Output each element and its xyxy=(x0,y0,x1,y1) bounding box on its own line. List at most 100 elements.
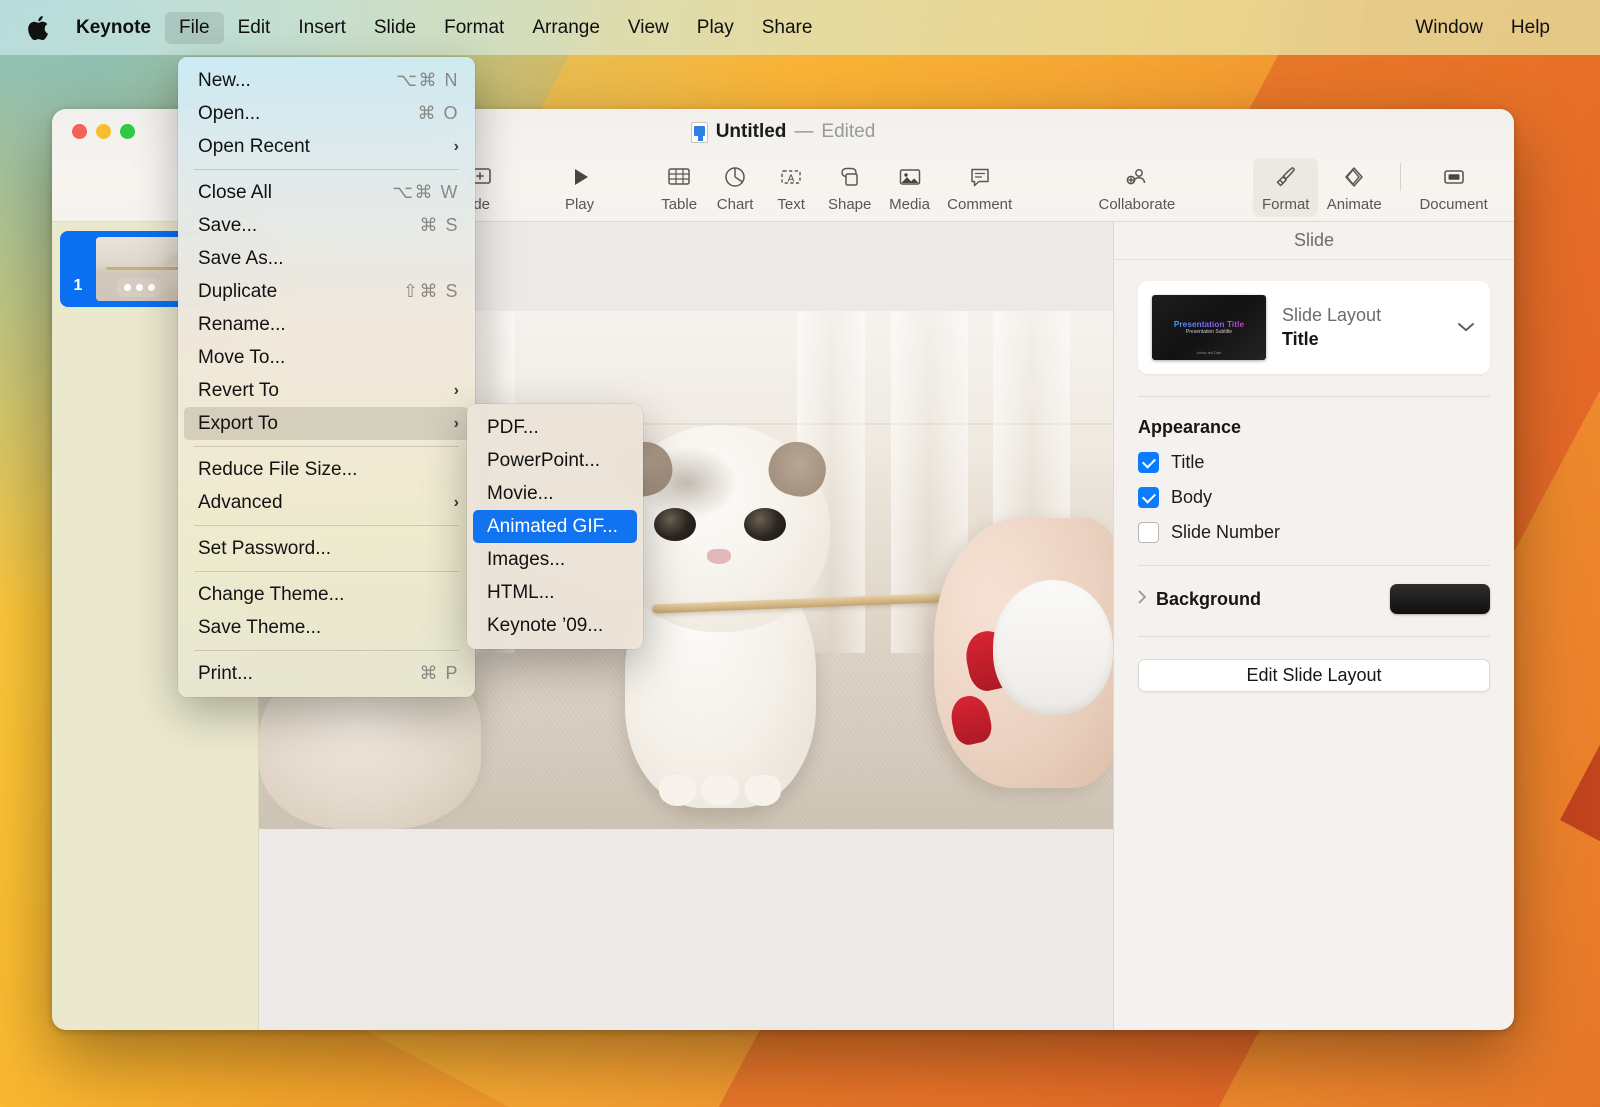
toolbar-shape-button[interactable]: Shape xyxy=(819,158,880,217)
chevron-right-icon[interactable] xyxy=(1138,590,1156,608)
document-name[interactable]: Untitled xyxy=(716,121,787,143)
toolbar-label: Animate xyxy=(1326,196,1382,213)
menu-item-change-theme[interactable]: Change Theme... xyxy=(184,578,469,611)
checkbox-label: Title xyxy=(1171,452,1205,472)
submenu-arrow-icon: › xyxy=(453,414,459,432)
menu-item-advanced[interactable]: Advanced › xyxy=(184,486,469,519)
menu-item-save-theme[interactable]: Save Theme... xyxy=(184,611,469,644)
submenu-item-powerpoint[interactable]: PowerPoint... xyxy=(473,444,637,477)
toolbar-label: Format xyxy=(1261,196,1310,213)
checkbox-unchecked-icon[interactable] xyxy=(1138,522,1159,543)
menu-item-shortcut: ⌘ S xyxy=(419,215,459,235)
macos-menu-bar: Keynote File Edit Insert Slide Format Ar… xyxy=(0,0,1600,55)
menu-item-label: Close All xyxy=(198,181,272,203)
appearance-checkbox-title[interactable]: Title xyxy=(1138,452,1490,473)
appearance-checkbox-slide-number[interactable]: Slide Number xyxy=(1138,522,1490,543)
toolbar-table-button[interactable]: Table xyxy=(651,158,707,217)
slide-layout-card[interactable]: Presentation Title Presentation Subtitle… xyxy=(1138,281,1490,374)
toolbar-label: Comment xyxy=(947,196,1013,213)
toolbar-label: Media xyxy=(889,196,930,213)
submenu-item-pdf[interactable]: PDF... xyxy=(473,411,637,444)
panel-divider xyxy=(1138,565,1490,566)
menu-item-shortcut: ⌘ P xyxy=(419,663,459,683)
menu-play[interactable]: Play xyxy=(683,12,748,44)
submenu-item-images[interactable]: Images... xyxy=(473,543,637,576)
background-row[interactable]: Background xyxy=(1138,584,1490,614)
submenu-item-movie[interactable]: Movie... xyxy=(473,477,637,510)
menu-item-set-password[interactable]: Set Password... xyxy=(184,532,469,565)
menu-item-open-recent[interactable]: Open Recent › xyxy=(184,130,469,163)
toolbar-animate-button[interactable]: Animate xyxy=(1318,158,1390,217)
kitten-ear xyxy=(762,434,833,503)
toolbar-play-button[interactable]: Play xyxy=(552,158,608,217)
menu-item-print[interactable]: Print... ⌘ P xyxy=(184,657,469,690)
menu-item-save-as[interactable]: Save As... xyxy=(184,242,469,275)
menu-file[interactable]: File xyxy=(164,11,224,44)
menu-item-move-to[interactable]: Move To... xyxy=(184,341,469,374)
kitten-eye xyxy=(654,507,696,541)
chart-icon xyxy=(722,163,748,191)
menu-item-save[interactable]: Save... ⌘ S xyxy=(184,209,469,242)
toolbar-label: Chart xyxy=(716,196,754,213)
slide-layout-value: Title xyxy=(1282,329,1319,350)
menu-share[interactable]: Share xyxy=(748,12,827,44)
edit-slide-layout-button[interactable]: Edit Slide Layout xyxy=(1138,659,1490,692)
submenu-item-html[interactable]: HTML... xyxy=(473,576,637,609)
menu-item-label: Save... xyxy=(198,214,258,236)
keynote-document-icon xyxy=(690,121,708,143)
menu-item-shortcut: ⇧⌘ S xyxy=(402,281,459,301)
checkbox-checked-icon[interactable] xyxy=(1138,452,1159,473)
toolbar-media-button[interactable]: Media xyxy=(880,158,939,217)
animate-icon xyxy=(1341,163,1367,191)
menu-app-name[interactable]: Keynote xyxy=(68,12,165,44)
menu-item-reduce-file-size[interactable]: Reduce File Size... xyxy=(184,453,469,486)
background-color-swatch[interactable] xyxy=(1390,584,1490,614)
file-menu-dropdown: New... ⌥⌘ N Open... ⌘ O Open Recent › Cl… xyxy=(178,57,475,697)
title-dash: — xyxy=(794,121,814,142)
menu-arrange[interactable]: Arrange xyxy=(518,12,614,44)
apple-logo-icon[interactable] xyxy=(28,15,48,40)
menu-item-label: PDF... xyxy=(487,416,539,438)
menu-item-revert-to[interactable]: Revert To › xyxy=(184,374,469,407)
menu-item-label: Rename... xyxy=(198,313,286,335)
menu-item-export-to[interactable]: Export To › xyxy=(184,407,469,440)
checkbox-checked-icon[interactable] xyxy=(1138,487,1159,508)
menu-item-open[interactable]: Open... ⌘ O xyxy=(184,97,469,130)
menu-insert[interactable]: Insert xyxy=(284,12,360,44)
menu-help[interactable]: Help xyxy=(1497,12,1564,44)
toolbar-comment-button[interactable]: Comment xyxy=(939,158,1021,217)
toolbar-label: Document xyxy=(1419,196,1488,213)
menu-slide[interactable]: Slide xyxy=(360,12,430,44)
toolbar-text-button[interactable]: A Text xyxy=(763,158,819,217)
kitten-fur-patch xyxy=(636,445,738,521)
menu-item-label: Animated GIF... xyxy=(487,515,618,537)
toolbar-collaborate-button[interactable]: Collaborate xyxy=(1091,158,1184,217)
slide-layout-text: Slide Layout Title xyxy=(1282,303,1440,352)
toolbar-chart-button[interactable]: Chart xyxy=(707,158,763,217)
slide-layout-thumbnail: Presentation Title Presentation Subtitle… xyxy=(1152,295,1266,360)
menu-item-label: Duplicate xyxy=(198,280,278,302)
menu-view[interactable]: View xyxy=(614,12,683,44)
document-state: Edited xyxy=(821,121,876,142)
menu-item-duplicate[interactable]: Duplicate ⇧⌘ S xyxy=(184,275,469,308)
kitten-paws xyxy=(658,775,782,806)
menu-window[interactable]: Window xyxy=(1401,12,1497,44)
menu-item-rename[interactable]: Rename... xyxy=(184,308,469,341)
submenu-item-keynote-09[interactable]: Keynote ’09... xyxy=(473,609,637,642)
menu-format[interactable]: Format xyxy=(430,12,518,44)
submenu-item-animated-gif[interactable]: Animated GIF... xyxy=(473,510,637,543)
toolbar-divider xyxy=(1400,163,1402,191)
menu-item-new[interactable]: New... ⌥⌘ N xyxy=(184,64,469,97)
menu-edit[interactable]: Edit xyxy=(224,12,285,44)
play-icon xyxy=(567,163,593,191)
panel-divider xyxy=(1138,396,1490,397)
appearance-checkbox-body[interactable]: Body xyxy=(1138,487,1490,508)
toolbar-format-button[interactable]: Format xyxy=(1253,158,1319,217)
chevron-down-icon[interactable] xyxy=(1456,318,1476,338)
menu-separator xyxy=(194,169,459,170)
menu-item-close-all[interactable]: Close All ⌥⌘ W xyxy=(184,176,469,209)
menu-separator xyxy=(194,650,459,651)
toolbar-document-button[interactable]: Document xyxy=(1411,158,1496,217)
submenu-arrow-icon: › xyxy=(453,493,459,511)
background-label: Background xyxy=(1156,588,1262,609)
